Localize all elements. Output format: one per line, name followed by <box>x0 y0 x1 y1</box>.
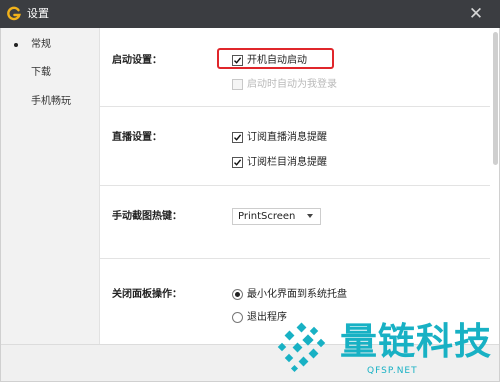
hotkey-dropdown[interactable]: PrintScreen <box>232 208 321 225</box>
section-divider <box>100 106 490 107</box>
auto-login-label: 启动时自动为我登录 <box>247 79 337 90</box>
scrollbar-thumb[interactable] <box>493 32 498 165</box>
minimize-to-tray-label: 最小化界面到系统托盘 <box>247 289 347 300</box>
close-panel-label: 关闭面板操作： <box>112 289 182 300</box>
watermark-url: QFSP.NET <box>367 366 418 376</box>
hotkey-value: PrintScreen <box>238 211 296 222</box>
sidebar-item-general[interactable]: 常规 <box>1 34 100 56</box>
title-bar: 设置 ✕ <box>0 0 500 28</box>
sidebar-item-label: 下载 <box>31 67 51 78</box>
auto-login-checkbox <box>232 79 243 90</box>
live-settings-label: 直播设置： <box>112 132 162 143</box>
startup-settings-label: 启动设置： <box>112 55 162 66</box>
screenshot-hotkey-label: 手动截图热键： <box>112 211 182 222</box>
sidebar-item-download[interactable]: 下载 <box>1 62 100 84</box>
live-notify-label: 订阅直播消息提醒 <box>247 132 327 143</box>
watermark-brand: 量链科技 <box>340 320 492 363</box>
window-title: 设置 <box>27 7 49 20</box>
sidebar-item-label: 常规 <box>31 39 51 50</box>
close-icon[interactable]: ✕ <box>464 3 488 25</box>
live-notify-checkbox[interactable] <box>232 132 243 143</box>
sidebar-item-label: 手机畅玩 <box>31 96 71 107</box>
app-logo-icon <box>7 6 21 21</box>
column-notify-checkbox[interactable] <box>232 157 243 168</box>
exit-program-radio[interactable] <box>232 312 243 323</box>
minimize-to-tray-radio[interactable] <box>232 289 243 300</box>
chevron-down-icon <box>307 214 313 218</box>
selected-dot-icon <box>14 43 18 47</box>
highlight-box <box>217 48 334 69</box>
sidebar: 常规 下载 手机畅玩 <box>1 28 100 344</box>
watermark-logo <box>277 322 326 373</box>
section-divider <box>100 185 490 186</box>
section-divider <box>100 258 490 259</box>
column-notify-label: 订阅栏目消息提醒 <box>247 157 327 168</box>
sidebar-item-mobile-play[interactable]: 手机畅玩 <box>1 91 100 113</box>
